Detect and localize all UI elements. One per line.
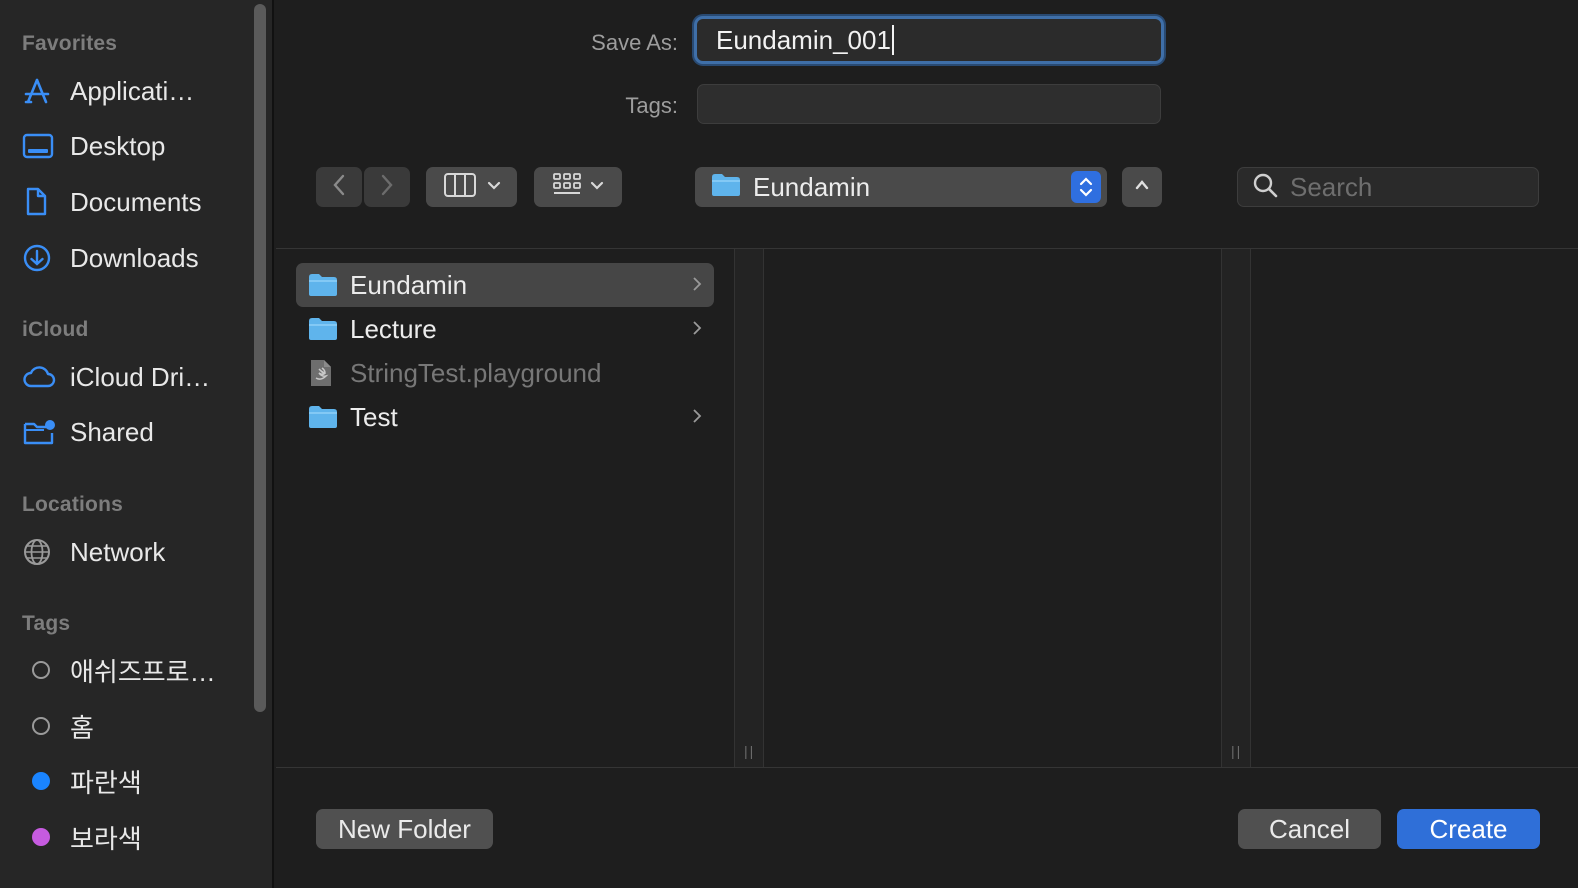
chevron-right-icon	[692, 276, 702, 297]
sidebar: Favorites Applicati… Desktop Documents D…	[0, 0, 274, 888]
sidebar-item-label: Documents	[70, 186, 202, 217]
desktop-icon	[22, 129, 58, 163]
grid-icon	[552, 172, 582, 203]
cancel-button[interactable]: Cancel	[1238, 809, 1381, 849]
section-favorites: Favorites	[22, 32, 118, 55]
column-resize-handle[interactable]: ||	[1221, 249, 1251, 767]
sidebar-tag-item[interactable]: 홈	[22, 704, 242, 748]
location-popup[interactable]: Eundamin	[695, 167, 1107, 207]
section-tags: Tags	[22, 612, 71, 635]
sidebar-item-label: 애쉬즈프로…	[70, 656, 216, 687]
section-locations: Locations	[22, 493, 123, 516]
file-row-lecture[interactable]: Lecture	[296, 307, 714, 351]
sidebar-item-shared[interactable]: Shared	[22, 410, 242, 454]
save-as-value: Eundamin_001	[716, 24, 891, 55]
sidebar-item-label: 파란색	[70, 767, 142, 798]
sidebar-item-network[interactable]: Network	[22, 530, 242, 574]
document-icon	[22, 185, 58, 219]
file-row-stringtest[interactable]: StringTest.playground	[296, 351, 714, 395]
globe-icon	[22, 535, 58, 569]
search-field[interactable]	[1237, 167, 1539, 207]
file-name: Eundamin	[350, 269, 468, 300]
tag-blue-dot-icon	[32, 772, 50, 790]
save-as-label: Save As:	[591, 30, 678, 55]
sidebar-item-documents[interactable]: Documents	[22, 180, 242, 224]
sidebar-item-label: 홈	[70, 712, 94, 743]
downloads-icon	[22, 241, 58, 275]
grip-icon: ||	[1231, 743, 1243, 759]
tags-label: Tags:	[625, 93, 678, 118]
folder-icon	[308, 404, 338, 430]
section-icloud: iCloud	[22, 318, 89, 341]
search-icon	[1252, 172, 1278, 203]
sidebar-tag-item[interactable]: 애쉬즈프로…	[22, 648, 242, 692]
chevron-down-icon	[487, 178, 501, 196]
create-button[interactable]: Create	[1397, 809, 1540, 849]
tag-circle-icon	[32, 717, 50, 735]
folder-icon	[711, 173, 741, 202]
sidebar-item-desktop[interactable]: Desktop	[22, 124, 242, 168]
back-button[interactable]	[316, 167, 362, 207]
view-mode-button[interactable]	[426, 167, 517, 207]
collapse-button[interactable]	[1122, 167, 1162, 207]
sidebar-item-label: 보라색	[70, 823, 142, 854]
sidebar-item-label: Applicati…	[70, 75, 195, 106]
sidebar-item-icloud-drive[interactable]: iCloud Dri…	[22, 355, 242, 399]
group-by-button[interactable]	[534, 167, 622, 207]
shared-folder-icon	[22, 415, 58, 449]
forward-button[interactable]	[364, 167, 410, 207]
file-browser: Eundamin Lecture StringTest.playground T…	[276, 248, 1578, 768]
chevron-up-icon	[1134, 178, 1150, 196]
save-as-field[interactable]: Eundamin_001	[694, 16, 1164, 64]
sidebar-tag-item[interactable]: 보라색	[22, 815, 242, 859]
sidebar-item-downloads[interactable]: Downloads	[22, 236, 242, 280]
stepper-icon	[1071, 171, 1101, 203]
columns-view-icon	[443, 172, 477, 203]
sidebar-scrollbar[interactable]	[254, 4, 266, 712]
cloud-icon	[22, 360, 58, 394]
chevron-right-icon	[692, 320, 702, 341]
folder-icon	[308, 272, 338, 298]
file-name: Lecture	[350, 313, 437, 344]
chevron-right-icon	[692, 408, 702, 429]
file-name: StringTest.playground	[350, 357, 602, 388]
grip-icon: ||	[744, 743, 756, 759]
search-input[interactable]	[1290, 171, 1520, 203]
sidebar-item-label: Downloads	[70, 242, 199, 273]
sidebar-item-label: Desktop	[70, 130, 166, 161]
playground-file-icon	[308, 360, 338, 386]
file-row-eundamin[interactable]: Eundamin	[296, 263, 714, 307]
new-folder-button[interactable]: New Folder	[316, 809, 493, 849]
tags-field[interactable]	[697, 84, 1161, 124]
text-caret	[891, 25, 894, 55]
applications-icon	[22, 74, 58, 108]
tag-purple-dot-icon	[32, 828, 50, 846]
tag-circle-icon	[32, 661, 50, 679]
sidebar-tag-item[interactable]: 파란색	[22, 759, 242, 803]
chevron-right-icon	[379, 173, 395, 202]
file-row-test[interactable]: Test	[296, 395, 714, 439]
file-name: Test	[350, 401, 398, 432]
sidebar-item-label: iCloud Dri…	[70, 361, 211, 392]
folder-icon	[308, 316, 338, 342]
location-label: Eundamin	[753, 171, 871, 202]
column-resize-handle[interactable]: ||	[734, 249, 764, 767]
sidebar-item-label: Shared	[70, 416, 154, 447]
chevron-down-icon	[590, 178, 604, 196]
sidebar-item-label: Network	[70, 536, 166, 567]
sidebar-item-applications[interactable]: Applicati…	[22, 69, 242, 113]
chevron-left-icon	[331, 173, 347, 202]
